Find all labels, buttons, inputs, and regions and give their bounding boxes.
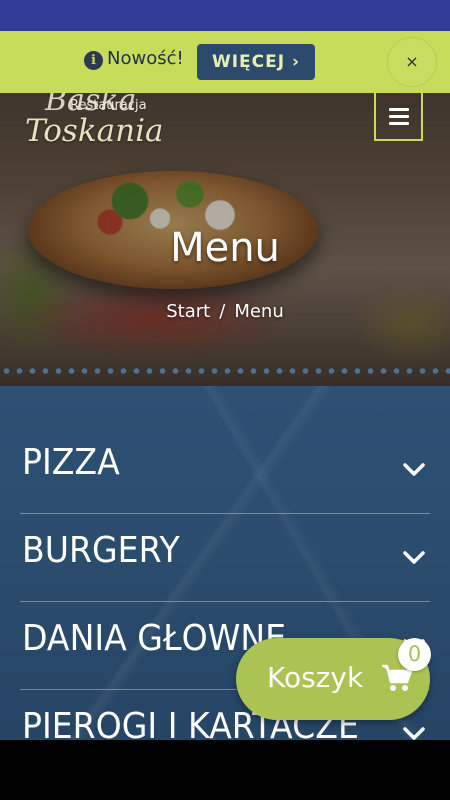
info-icon: i xyxy=(84,51,103,70)
category-label: PIZZA xyxy=(22,442,120,483)
notice-text: Nowość! xyxy=(107,48,184,69)
cart-count-badge: 0 xyxy=(398,638,431,671)
breadcrumb-start[interactable]: Start xyxy=(166,301,210,322)
hamburger-line xyxy=(388,114,409,118)
category-burgery[interactable]: BURGERY xyxy=(20,514,430,602)
hamburger-icon[interactable] xyxy=(374,93,423,141)
notice-bar: i Nowość! WIĘCEJ › × xyxy=(0,31,450,93)
category-label: BURGERY xyxy=(22,530,180,571)
page-title: Menu xyxy=(170,225,280,271)
dotted-divider xyxy=(0,368,450,374)
logo-name[interactable]: Toskania xyxy=(25,113,163,149)
breadcrumb-current: Menu xyxy=(234,301,284,322)
breadcrumb: Start / Menu xyxy=(0,301,450,322)
chevron-down-icon xyxy=(403,551,425,564)
breadcrumb-separator: / xyxy=(219,301,226,322)
more-button[interactable]: WIĘCEJ › xyxy=(197,44,315,80)
page: i Nowość! WIĘCEJ › × Baśka Restauracja T… xyxy=(0,0,450,800)
logo-subtitle: Restauracja xyxy=(70,98,147,113)
status-bar xyxy=(0,0,450,31)
category-pizza[interactable]: PIZZA xyxy=(20,426,430,514)
hamburger-line xyxy=(388,121,409,125)
system-navigation-bar xyxy=(0,740,450,800)
chevron-down-icon xyxy=(403,463,425,476)
cart-label: Koszyk xyxy=(267,661,364,694)
hero-banner: Baśka Restauracja Toskania Menu Start / Me… xyxy=(0,93,450,386)
close-icon[interactable]: × xyxy=(387,37,437,87)
hamburger-line xyxy=(388,107,409,111)
chevron-down-icon xyxy=(403,727,425,740)
